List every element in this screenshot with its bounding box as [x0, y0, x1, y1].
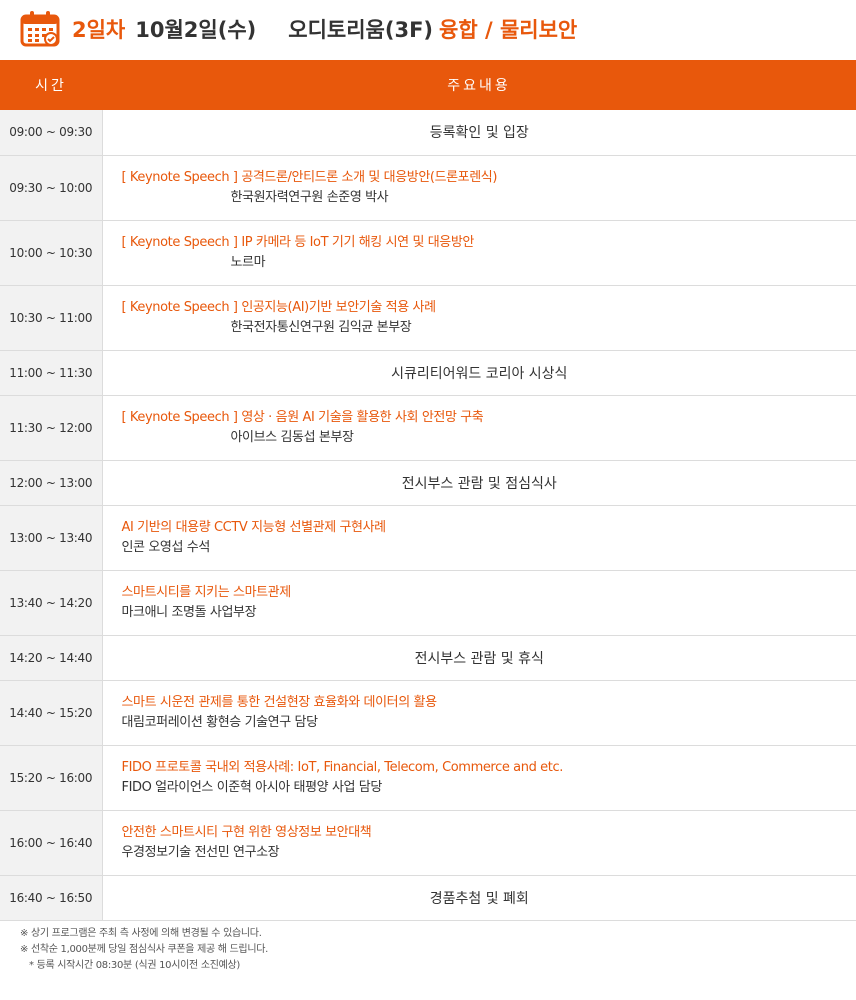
table-header-row: 시간 주요내용	[0, 60, 856, 110]
session-time: 16:40 ~ 16:50	[0, 875, 103, 921]
session-time: 15:20 ~ 16:00	[0, 745, 103, 811]
session-time: 10:00 ~ 10:30	[0, 220, 103, 286]
session-speaker: 노르마	[230, 254, 266, 270]
session-time: 10:30 ~ 11:00	[0, 285, 103, 351]
session-title: 스마트시티를 지키는 스마트관제	[121, 584, 292, 600]
footnotes: ※ 상기 프로그램은 주최 측 사정에 의해 변경될 수 있습니다. ※ 선착순…	[20, 926, 840, 974]
table-row: 11:00 ~ 11:30 시큐리티어워드 코리아 시상식	[0, 350, 856, 396]
session-time: 12:00 ~ 13:00	[0, 460, 103, 506]
session-title: [ Keynote Speech ] 공격드론/안티드론 소개 및 대응방안(드…	[121, 169, 498, 185]
session-text: 전시부스 관람 및 점심식사	[102, 460, 856, 506]
topic-label: 융합 / 물리보안	[439, 18, 578, 42]
column-header-time: 시간	[0, 60, 102, 110]
table-row: 10:00 ~ 10:30 [ Keynote Speech ] IP 카메라 …	[0, 220, 856, 286]
schedule-table: 시간 주요내용 09:00 ~ 09:30 등록확인 및 입장 09:30 ~ …	[0, 60, 856, 921]
calendar-icon	[20, 11, 60, 47]
column-header-content: 주요내용	[102, 60, 856, 110]
table-row: 09:30 ~ 10:00 [ Keynote Speech ] 공격드론/안티…	[0, 155, 856, 221]
session-speaker: 한국전자통신연구원 김익균 본부장	[230, 319, 412, 335]
session-detail: [ Keynote Speech ] 공격드론/안티드론 소개 및 대응방안(드…	[102, 155, 856, 221]
session-speaker: FIDO 얼라이언스 이준혁 아시아 태평양 사업 담당	[121, 779, 383, 795]
session-speaker: 대림코퍼레이션 황현승 기술연구 담당	[121, 714, 319, 730]
date-label: 10월2일(수)	[135, 18, 257, 42]
session-title: FIDO 프로토콜 국내외 적용사례: IoT, Financial, Tele…	[121, 759, 564, 775]
session-text: 시큐리티어워드 코리아 시상식	[102, 350, 856, 396]
session-time: 16:00 ~ 16:40	[0, 810, 103, 876]
day-label: 2일차	[72, 18, 126, 42]
session-speaker: 인콘 오영섭 수석	[121, 539, 211, 555]
session-detail: [ Keynote Speech ] 영상 · 음원 AI 기술을 활용한 사회…	[102, 395, 856, 461]
venue-label: 오디토리움(3F)	[288, 18, 434, 42]
session-title: 스마트 시운전 관제를 통한 건설현장 효율화와 데이터의 활용	[121, 694, 438, 710]
session-speaker: 우경정보기술 전선민 연구소장	[121, 844, 280, 860]
session-title: [ Keynote Speech ] IP 카메라 등 IoT 기기 해킹 시연…	[121, 234, 475, 250]
session-title: [ Keynote Speech ] 영상 · 음원 AI 기술을 활용한 사회…	[121, 409, 484, 425]
table-row: 14:40 ~ 15:20 스마트 시운전 관제를 통한 건설현장 효율화와 데…	[0, 680, 856, 746]
session-detail: 스마트시티를 지키는 스마트관제 마크애니 조명돌 사업부장	[102, 570, 856, 636]
footnote: ※ 선착순 1,000분께 당일 점심식사 쿠폰을 제공 해 드립니다.	[20, 944, 269, 955]
session-time: 11:30 ~ 12:00	[0, 395, 103, 461]
table-row: 10:30 ~ 11:00 [ Keynote Speech ] 인공지능(AI…	[0, 285, 856, 351]
table-row: 13:40 ~ 14:20 스마트시티를 지키는 스마트관제 마크애니 조명돌 …	[0, 570, 856, 636]
session-detail: [ Keynote Speech ] 인공지능(AI)기반 보안기술 적용 사례…	[102, 285, 856, 351]
session-detail: 스마트 시운전 관제를 통한 건설현장 효율화와 데이터의 활용 대림코퍼레이션…	[102, 680, 856, 746]
session-title: AI 기반의 대용량 CCTV 지능형 선별관제 구현사례	[121, 519, 387, 535]
table-row: 16:40 ~ 16:50 경품추첨 및 폐회	[0, 875, 856, 921]
session-title: 안전한 스마트시티 구현 위한 영상정보 보안대책	[121, 824, 372, 840]
table-row: 09:00 ~ 09:30 등록확인 및 입장	[0, 110, 856, 156]
footnote: ※ 상기 프로그램은 주최 측 사정에 의해 변경될 수 있습니다.	[20, 928, 262, 939]
session-time: 09:30 ~ 10:00	[0, 155, 103, 221]
session-text: 등록확인 및 입장	[102, 110, 856, 156]
table-row: 11:30 ~ 12:00 [ Keynote Speech ] 영상 · 음원…	[0, 395, 856, 461]
session-time: 13:40 ~ 14:20	[0, 570, 103, 636]
session-detail: 안전한 스마트시티 구현 위한 영상정보 보안대책 우경정보기술 전선민 연구소…	[102, 810, 856, 876]
table-row: 13:00 ~ 13:40 AI 기반의 대용량 CCTV 지능형 선별관제 구…	[0, 505, 856, 571]
table-row: 16:00 ~ 16:40 안전한 스마트시티 구현 위한 영상정보 보안대책 …	[0, 810, 856, 876]
session-speaker: 아이브스 김동섭 본부장	[230, 429, 354, 445]
session-text: 경품추첨 및 폐회	[102, 875, 856, 921]
session-title: [ Keynote Speech ] 인공지능(AI)기반 보안기술 적용 사례	[121, 299, 437, 315]
session-text: 전시부스 관람 및 휴식	[102, 635, 856, 681]
session-speaker: 한국원자력연구원 손준영 박사	[230, 189, 389, 205]
session-time: 11:00 ~ 11:30	[0, 350, 103, 396]
session-detail: AI 기반의 대용량 CCTV 지능형 선별관제 구현사례 인콘 오영섭 수석	[102, 505, 856, 571]
table-row: 15:20 ~ 16:00 FIDO 프로토콜 국내외 적용사례: IoT, F…	[0, 745, 856, 811]
session-time: 14:40 ~ 15:20	[0, 680, 103, 746]
session-speaker: 마크애니 조명돌 사업부장	[121, 604, 257, 620]
table-row: 14:20 ~ 14:40 전시부스 관람 및 휴식	[0, 635, 856, 681]
session-detail: FIDO 프로토콜 국내외 적용사례: IoT, Financial, Tele…	[102, 745, 856, 811]
page-header: 2일차 10월2일(수) 오디토리움(3F) 융합 / 물리보안	[0, 0, 856, 58]
session-detail: [ Keynote Speech ] IP 카메라 등 IoT 기기 해킹 시연…	[102, 220, 856, 286]
session-time: 14:20 ~ 14:40	[0, 635, 103, 681]
session-time: 09:00 ~ 09:30	[0, 110, 103, 156]
footnote: * 등록 시작시간 08:30분 (식권 10시이전 소진예상)	[29, 960, 241, 971]
session-time: 13:00 ~ 13:40	[0, 505, 103, 571]
table-row: 12:00 ~ 13:00 전시부스 관람 및 점심식사	[0, 460, 856, 506]
